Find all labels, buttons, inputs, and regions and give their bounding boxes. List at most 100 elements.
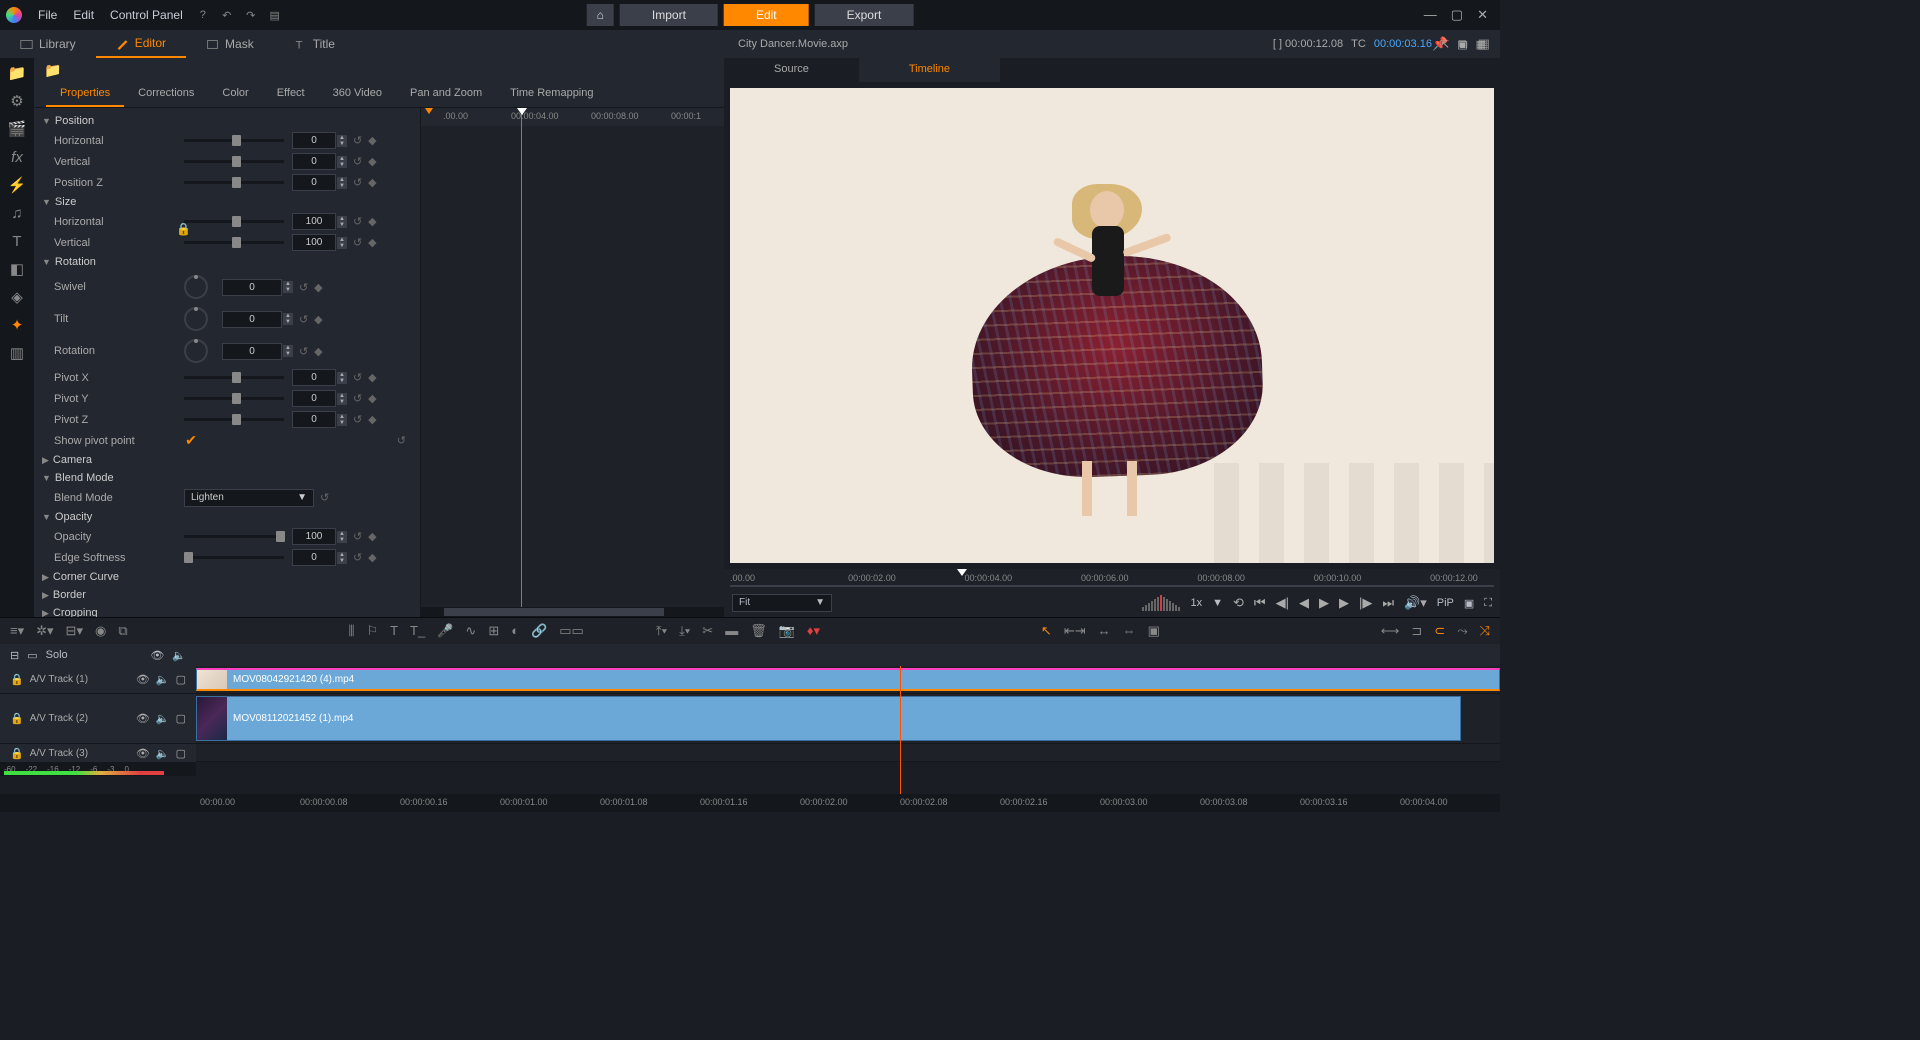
rail-folder-icon[interactable]: 📁 [8,64,26,82]
rail-columns-icon[interactable]: ▥ [8,344,26,362]
reset-icon[interactable]: ↺ [353,176,362,189]
layout-icon[interactable]: ▦ [1476,38,1486,51]
reset-icon[interactable]: ↺ [353,155,362,168]
speaker-icon[interactable]: 🔈 [156,673,170,686]
value-rotation[interactable]: 0 [222,343,282,360]
keyframe-icon[interactable]: ◆ [314,313,322,326]
tl-menu-icon[interactable]: ≡▾ [10,623,24,639]
tl-pointer-icon[interactable]: ↖ [1041,623,1052,639]
subtab-panzoom[interactable]: Pan and Zoom [396,82,496,107]
import-button[interactable]: Import [620,4,718,26]
tl-slip-icon[interactable]: ↔ [1098,623,1111,639]
value-size-v[interactable]: 100 [292,234,336,251]
keyframe-start-marker[interactable] [425,108,433,114]
keyframe-icon[interactable]: ◆ [368,551,376,564]
section-cropping[interactable]: ▶Cropping [34,604,420,617]
tl-magnet2-icon[interactable]: ⊂ [1434,623,1445,639]
subtab-360[interactable]: 360 Video [319,82,396,107]
preview-tab-source[interactable]: Source [724,58,859,82]
lock-icon[interactable]: 🔒 [10,673,24,686]
reset-icon[interactable]: ↺ [353,413,362,426]
value-tilt[interactable]: 0 [222,311,282,328]
section-size[interactable]: ▼Size [34,193,420,211]
dropdown-blend[interactable]: Lighten▼ [184,489,314,507]
dual-icon[interactable]: ▣ [1457,38,1467,51]
rail-wand-icon[interactable]: ✦ [8,316,26,334]
rail-panel-icon[interactable]: ◧ [8,260,26,278]
solo-label[interactable]: Solo [46,649,68,661]
reset-icon[interactable]: ↺ [397,434,406,447]
tl-curve-icon[interactable]: ∿ [465,623,476,639]
slider-pivx[interactable] [184,376,284,379]
tl-group-icon[interactable]: ▭▭ [559,623,584,639]
keyframe-playhead[interactable] [521,108,522,617]
keyframe-icon[interactable]: ◆ [368,134,376,147]
value-edge[interactable]: 0 [292,549,336,566]
timeline-ruler[interactable]: 00:00.00 00:00:00.08 00:00:00.16 00:00:0… [0,794,1500,812]
speed-label[interactable]: 1x [1190,597,1202,609]
tl-circle-icon[interactable]: ◐ [511,623,519,639]
value-pivx[interactable]: 0 [292,369,336,386]
checkbox-show-pivot[interactable]: ✔ [184,434,198,448]
monitor-icon[interactable]: ▢ [176,712,186,725]
tab-title[interactable]: TTitle [274,30,355,58]
tl-grid-icon[interactable]: ⊞ [488,623,499,639]
reset-icon[interactable]: ↺ [353,134,362,147]
tl-copy-icon[interactable]: ⧉ [118,623,127,639]
safe-area-icon[interactable]: ▣ [1464,597,1474,610]
prev-icon[interactable]: ◀ [1299,595,1309,611]
slider-edge[interactable] [184,556,284,559]
keyframe-icon[interactable]: ◆ [368,176,376,189]
section-blend[interactable]: ▼Blend Mode [34,469,420,487]
slider-posz[interactable] [184,181,284,184]
slider-pivy[interactable] [184,397,284,400]
next-icon[interactable]: ▶ [1339,595,1349,611]
speaker-all-icon[interactable]: 🔈 [172,649,186,662]
monitor-icon[interactable]: ▢ [176,673,186,686]
pip-label[interactable]: PiP [1437,597,1454,609]
timeline-playhead[interactable] [900,666,901,794]
eye-icon[interactable]: 👁 [136,712,150,725]
reset-icon[interactable]: ↺ [353,236,362,249]
section-border[interactable]: ▶Border [34,586,420,604]
keyframe-icon[interactable]: ◆ [368,215,376,228]
first-frame-icon[interactable]: ⏮ [1254,595,1266,611]
menu-control-panel[interactable]: Control Panel [102,4,191,26]
tab-editor[interactable]: Editor [96,30,186,58]
minimize-icon[interactable]: — [1424,7,1437,23]
tl-rec-icon[interactable]: ♦▾ [807,623,820,639]
section-camera[interactable]: ▶Camera [34,451,420,469]
rail-flash-icon[interactable]: ⚡ [8,176,26,194]
tl-snap-icon[interactable]: ⟷ [1381,623,1400,639]
last-frame-icon[interactable]: ⏭ [1382,595,1394,611]
rail-clapboard-icon[interactable]: 🎬 [8,120,26,138]
keyframe-ruler[interactable]: .00.00 00:00:04.00 00:00:08.00 00:00:1 [421,108,724,126]
tl-strip-icon[interactable]: ▭ [27,649,37,662]
preview-playhead[interactable] [957,569,967,576]
rail-fx-icon[interactable]: fx [8,148,26,166]
tl-split-icon[interactable]: ✂ [702,623,713,639]
slider-pivz[interactable] [184,418,284,421]
tl-cut-out-icon[interactable]: ⤓▾ [679,623,690,639]
lock-icon[interactable]: 🔒 [10,747,24,760]
speaker-icon[interactable]: 🔈 [156,712,170,725]
subtab-properties[interactable]: Properties [46,82,124,107]
eye-all-icon[interactable]: 👁 [150,649,164,662]
section-rotation[interactable]: ▼Rotation [34,253,420,271]
tl-sync-icon[interactable]: ⤨ [1480,623,1490,639]
help-icon[interactable]: ? [196,8,210,22]
keyframe-h-scrollbar[interactable] [421,607,724,617]
value-pivy[interactable]: 0 [292,390,336,407]
slider-horizontal[interactable] [184,139,284,142]
reset-icon[interactable]: ↺ [299,281,308,294]
volume-icon[interactable]: 🔊▾ [1404,595,1427,611]
rail-music-icon[interactable]: ♫ [8,204,26,222]
slider-vertical[interactable] [184,160,284,163]
tl-roll-icon[interactable]: ▣ [1148,623,1160,639]
keyframe-icon[interactable]: ◆ [314,345,322,358]
reset-icon[interactable]: ↺ [353,392,362,405]
tl-text-icon[interactable]: T [390,623,398,639]
knob-rotation[interactable] [184,339,208,363]
keyframe-icon[interactable]: ◆ [368,530,376,543]
tab-mask[interactable]: Mask [186,30,274,58]
